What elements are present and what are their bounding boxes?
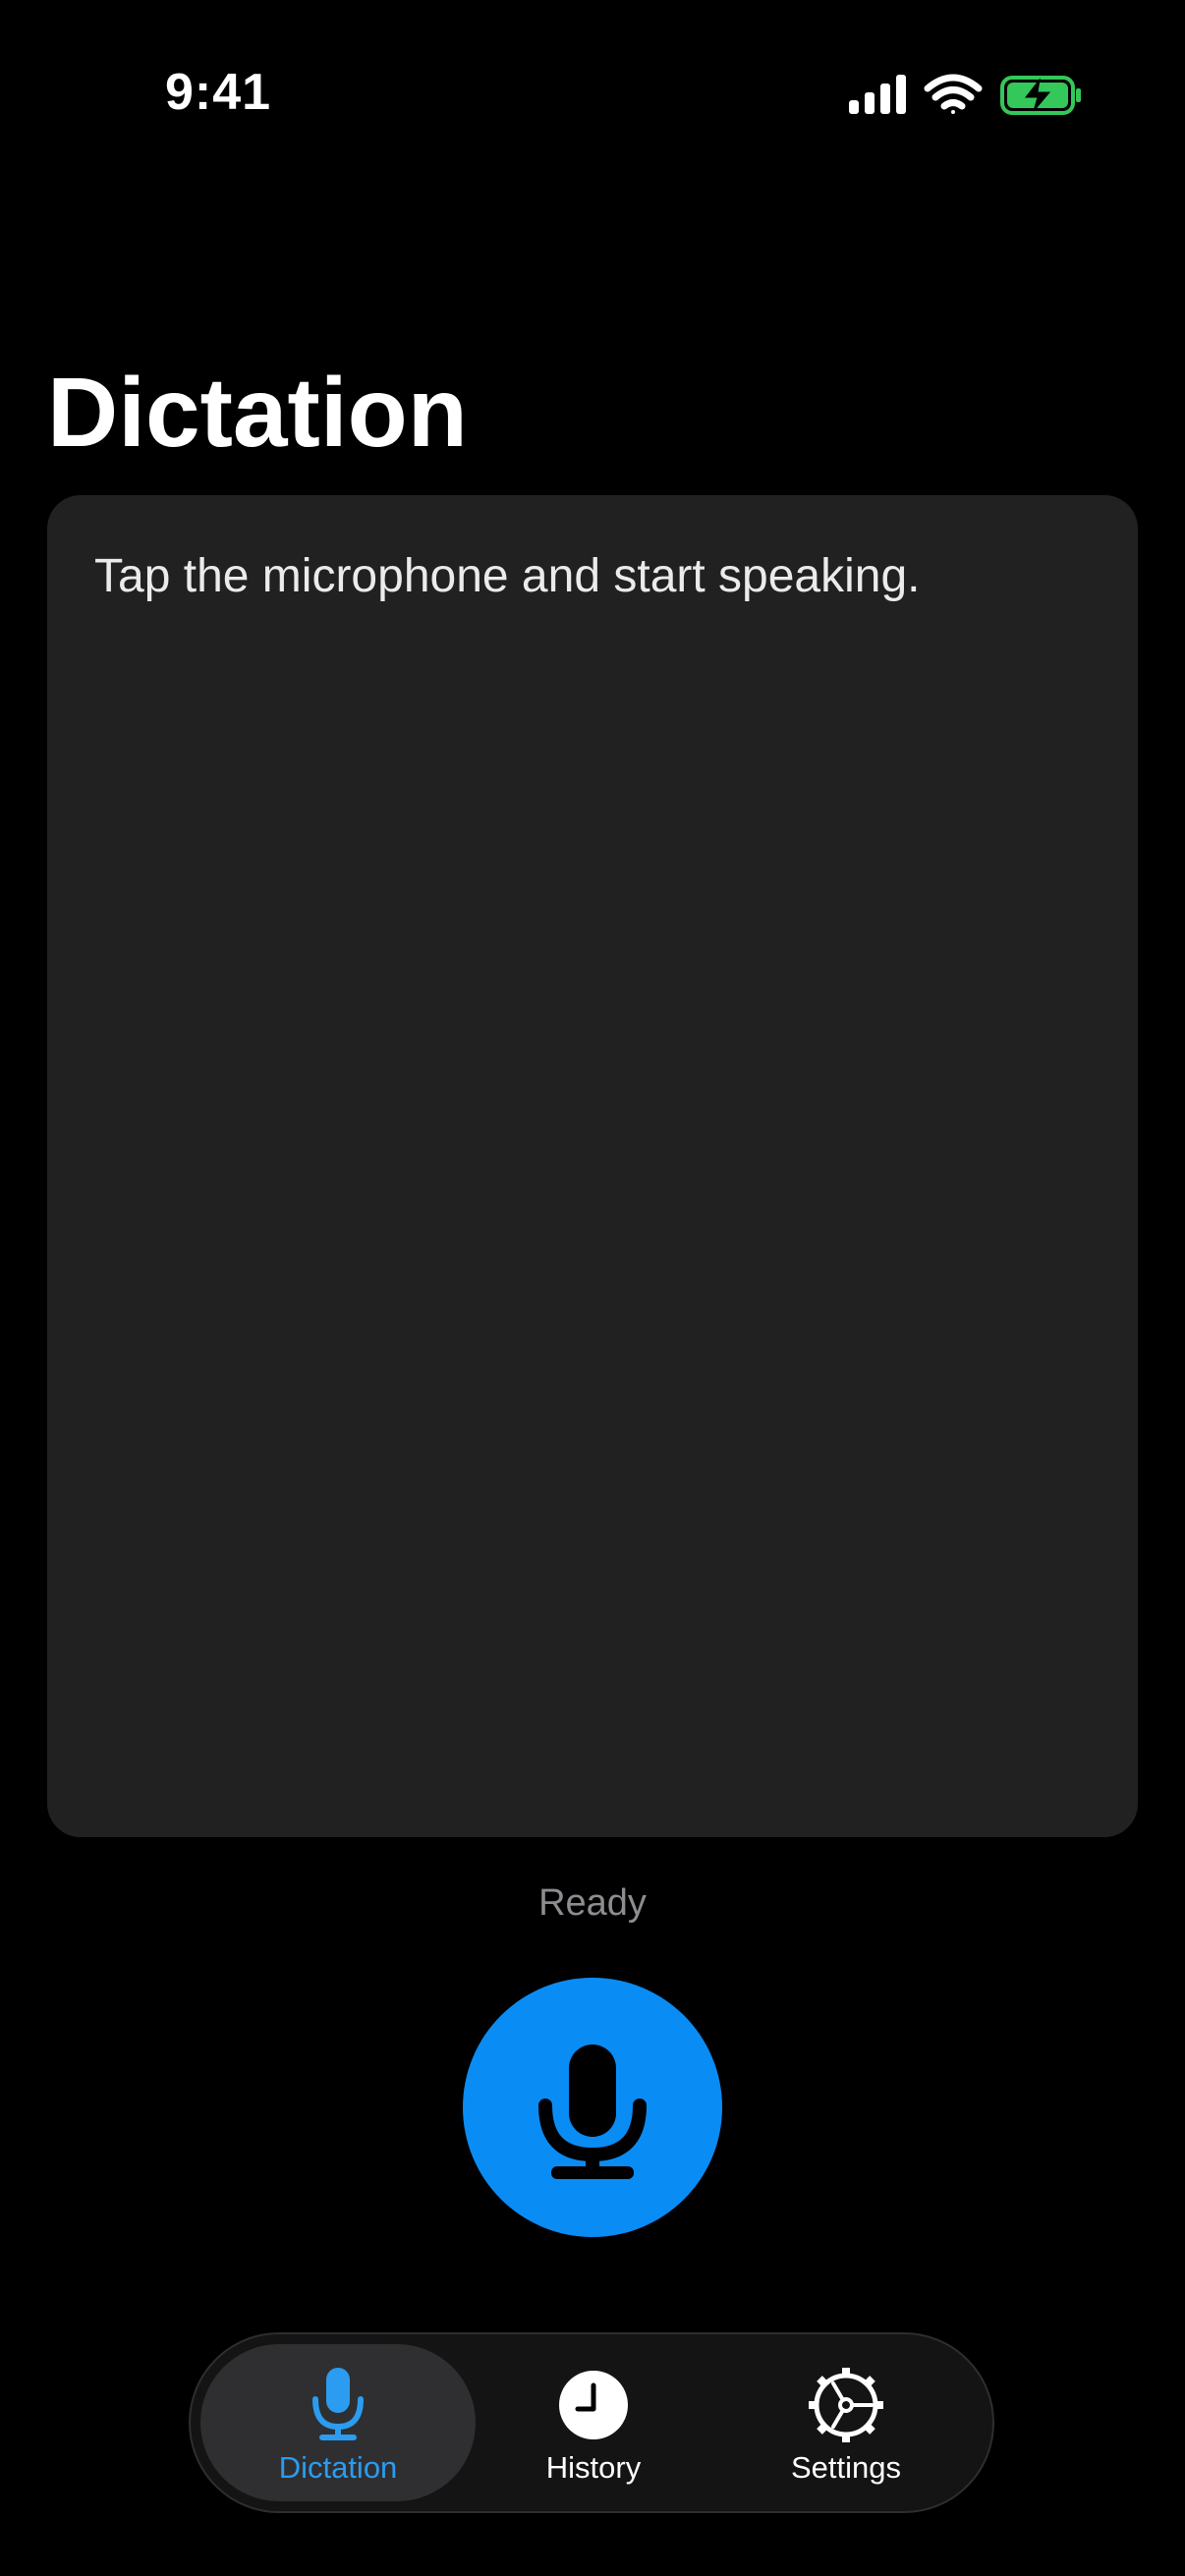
battery-charging-icon: [1000, 76, 1081, 115]
tab-label: Settings: [790, 2450, 901, 2485]
tab-label: Dictation: [278, 2450, 398, 2485]
tab-label: History: [545, 2450, 642, 2485]
microphone-icon: [312, 2368, 364, 2440]
cellular-signal-icon: [849, 75, 906, 114]
transcript-placeholder: Tap the microphone and start speaking.: [94, 550, 921, 602]
tab-bar: Dictation History Settings: [189, 2332, 994, 2513]
page-title: Dictation: [47, 358, 468, 468]
record-button[interactable]: [463, 1978, 722, 2237]
status-time: 9:41: [165, 64, 272, 121]
status-label: Ready: [538, 1882, 647, 1924]
clock-icon: [559, 2371, 628, 2439]
gear-icon: [809, 2368, 883, 2442]
transcript-panel[interactable]: Tap the microphone and start speaking.: [47, 495, 1138, 1837]
tab-dictation[interactable]: Dictation: [200, 2344, 476, 2501]
status-bar: 9:41: [0, 0, 1185, 177]
tab-settings[interactable]: Settings: [708, 2344, 984, 2501]
status-icons: [849, 74, 1081, 115]
wifi-icon: [924, 74, 983, 114]
tab-history[interactable]: History: [456, 2344, 731, 2501]
microphone-icon: [538, 2044, 647, 2179]
